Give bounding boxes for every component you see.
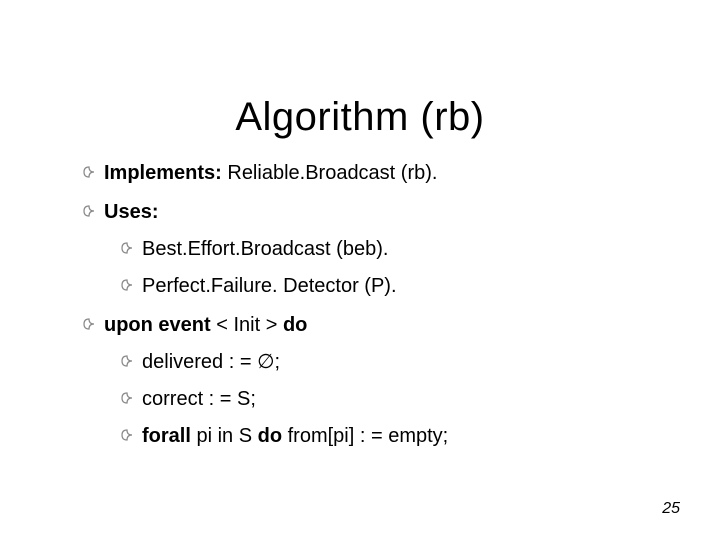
upon-mid: < Init > [216, 314, 283, 336]
item-implements: Implements: Reliable.Broadcast (rb). [82, 162, 662, 185]
forall-do: do [258, 425, 282, 447]
implements-label: Implements: [104, 162, 222, 184]
upon-prefix: upon event [104, 314, 216, 336]
upon-do: do [283, 314, 307, 336]
forall-tail: from[pi] : = empty; [282, 425, 448, 447]
uses-beb: Best.Effort.Broadcast (beb). [120, 238, 662, 261]
forall-keyword: forall [142, 425, 191, 447]
init-delivered: delivered : = ∅; [120, 351, 662, 374]
leaf-bullet-icon [120, 391, 134, 405]
uses-pfd: Perfect.Failure. Detector (P). [120, 275, 662, 298]
leaf-bullet-icon [120, 241, 134, 255]
implements-value: Reliable.Broadcast (rb). [222, 162, 438, 184]
init-correct: correct : = S; [120, 388, 662, 411]
slide-title: Algorithm (rb) [0, 95, 720, 140]
uses-pfd-text: Perfect.Failure. Detector (P). [142, 275, 397, 297]
init-correct-text: correct : = S; [142, 388, 256, 410]
leaf-bullet-icon [82, 317, 96, 331]
slide: Algorithm (rb) Implements: Reliable.Broa… [0, 0, 720, 540]
item-uses: Uses: Best.Effort.Broadcast (beb). [82, 201, 662, 298]
uses-label: Uses: [104, 201, 158, 223]
forall-mid: pi in S [191, 425, 258, 447]
uses-sublist: Best.Effort.Broadcast (beb). Perfect.Fai… [104, 238, 662, 298]
page-number: 25 [662, 500, 680, 518]
leaf-bullet-icon [120, 278, 134, 292]
item-upon-init: upon event < Init > do delivered : = ∅; [82, 314, 662, 448]
leaf-bullet-icon [120, 354, 134, 368]
uses-beb-text: Best.Effort.Broadcast (beb). [142, 238, 388, 260]
leaf-bullet-icon [82, 204, 96, 218]
slide-body: Implements: Reliable.Broadcast (rb). Use… [82, 162, 662, 464]
bullet-list: Implements: Reliable.Broadcast (rb). Use… [82, 162, 662, 448]
init-delivered-text: delivered : = ∅; [142, 351, 280, 373]
leaf-bullet-icon [82, 165, 96, 179]
leaf-bullet-icon [120, 428, 134, 442]
init-forall: forall pi in S do from[pi] : = empty; [120, 425, 662, 448]
init-sublist: delivered : = ∅; correct : = S; [104, 351, 662, 448]
